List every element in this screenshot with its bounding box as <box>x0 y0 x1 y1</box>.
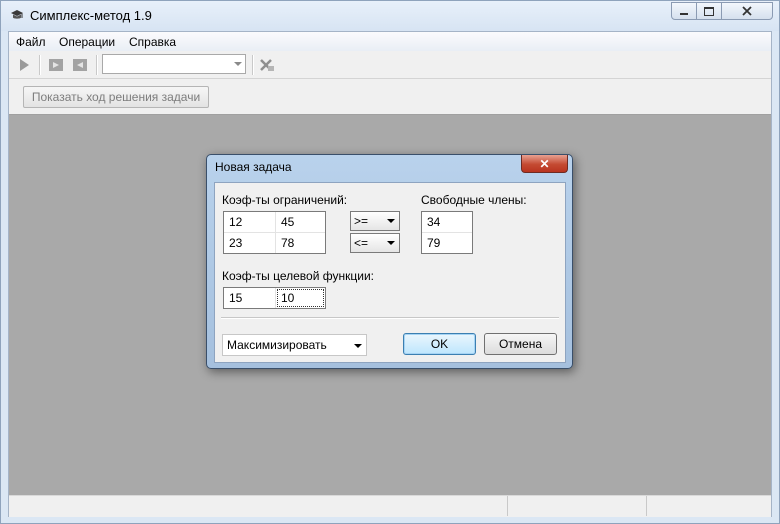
toolbar <box>9 51 771 79</box>
menu-help[interactable]: Справка <box>129 35 176 49</box>
toolbar-separator <box>39 55 41 75</box>
maximize-button[interactable] <box>696 2 722 20</box>
new-task-dialog: Новая задача ✕ Коэф-ты ограничений: Своб… <box>206 154 573 369</box>
close-icon <box>742 6 752 16</box>
constraint-cell[interactable]: 78 <box>276 233 325 253</box>
show-solution-button[interactable]: Показать ход решения задачи <box>23 86 209 108</box>
chevron-down-icon <box>354 344 362 348</box>
objective-label: Коэф-ты целевой функции: <box>222 269 374 283</box>
close-button[interactable] <box>721 2 773 20</box>
constraint-sign-value: <= <box>354 236 369 250</box>
ok-button[interactable]: OK <box>403 333 476 355</box>
objective-cell[interactable]: 15 <box>224 288 275 308</box>
step-forward-icon[interactable] <box>48 57 64 73</box>
constraint-cell[interactable]: 23 <box>224 233 275 253</box>
step-back-icon[interactable] <box>72 57 88 73</box>
status-panel <box>507 496 508 516</box>
optimization-mode-value: Максимизировать <box>227 338 327 352</box>
minimize-button[interactable] <box>671 2 697 20</box>
free-terms-grid: 34 79 <box>421 211 473 254</box>
dialog-title: Новая задача <box>215 160 292 174</box>
status-bar <box>9 495 771 517</box>
constraint-sign-select[interactable]: <= <box>350 233 400 253</box>
dialog-close-button[interactable]: ✕ <box>521 155 568 173</box>
action-bar: Показать ход решения задачи <box>9 79 771 115</box>
constraints-grid: 12 45 23 78 <box>223 211 326 254</box>
constraint-cell[interactable]: 45 <box>276 212 325 232</box>
objective-grid: 15 10 <box>223 287 326 309</box>
chevron-down-icon <box>234 62 242 66</box>
constraint-sign-select[interactable]: >= <box>350 211 400 231</box>
excel-export-icon[interactable] <box>259 57 275 73</box>
constraint-sign-value: >= <box>354 214 369 228</box>
menu-operations[interactable]: Операции <box>59 35 115 49</box>
menu-bar: Файл Операции Справка <box>9 32 771 51</box>
close-icon: ✕ <box>539 156 550 171</box>
graduation-cap-icon <box>11 10 23 19</box>
cancel-button[interactable]: Отмена <box>484 333 557 355</box>
menu-file[interactable]: Файл <box>16 35 46 49</box>
free-term-cell[interactable]: 79 <box>422 233 472 253</box>
divider <box>221 317 559 319</box>
minimize-icon <box>680 13 688 15</box>
window-title: Симплекс-метод 1.9 <box>30 8 152 23</box>
free-term-cell[interactable]: 34 <box>422 212 472 232</box>
chevron-down-icon <box>387 241 395 245</box>
play-icon[interactable] <box>16 57 32 73</box>
title-bar[interactable]: Симплекс-метод 1.9 <box>1 1 779 31</box>
status-panel <box>646 496 647 516</box>
toolbar-combobox[interactable] <box>102 54 246 74</box>
objective-cell[interactable]: 10 <box>276 288 325 308</box>
optimization-mode-select[interactable]: Максимизировать <box>222 334 367 356</box>
constraint-cell[interactable]: 12 <box>224 212 275 232</box>
toolbar-separator <box>96 55 98 75</box>
free-terms-label: Свободные члены: <box>421 193 527 207</box>
chevron-down-icon <box>387 219 395 223</box>
toolbar-separator <box>252 55 254 75</box>
dialog-body: Коэф-ты ограничений: Свободные члены: 12… <box>214 182 566 363</box>
constraints-label: Коэф-ты ограничений: <box>222 193 348 207</box>
maximize-icon <box>704 6 714 16</box>
